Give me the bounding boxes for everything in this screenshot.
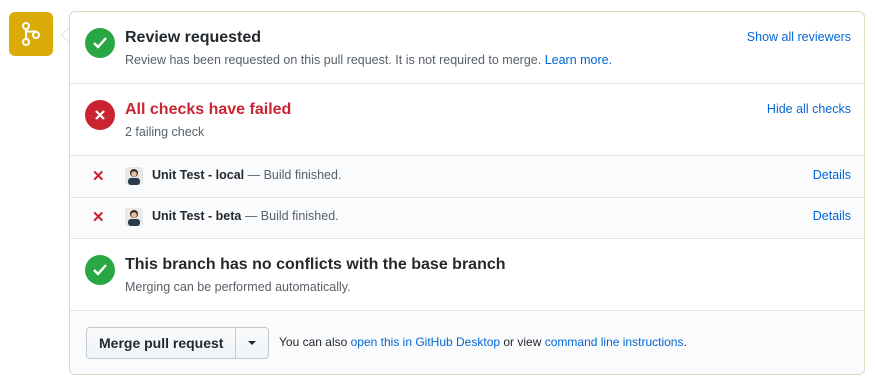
hint-middle: or view [500, 335, 545, 349]
show-reviewers-link[interactable]: Show all reviewers [747, 30, 851, 44]
details-link[interactable]: Details [813, 168, 851, 182]
learn-more-link[interactable]: Learn more. [545, 53, 612, 67]
check-circle-icon [85, 28, 115, 58]
hint-suffix: . [683, 335, 687, 349]
conflicts-title: This branch has no conflicts with the ba… [125, 256, 506, 273]
checks-summary: 2 failing check [125, 125, 205, 139]
details-link[interactable]: Details [813, 209, 851, 223]
merge-hint: You can also open this in GitHub Desktop… [279, 335, 687, 349]
check-status: — Build finished. [244, 168, 342, 182]
check-row: ✕ Unit Test - beta — Build finished. Det… [70, 197, 864, 238]
hint-prefix: You can also [279, 335, 351, 349]
check-name: Unit Test - local [152, 168, 245, 182]
avatar [125, 167, 143, 185]
git-merge-icon [9, 12, 53, 56]
review-title: Review requested [125, 29, 262, 46]
x-icon: ✕ [92, 209, 105, 226]
conflicts-description: Merging can be performed automatically. [125, 280, 351, 294]
hide-checks-link[interactable]: Hide all checks [767, 102, 851, 116]
cli-instructions-link[interactable]: command line instructions [545, 335, 684, 349]
review-section: Review requested Review has been request… [70, 12, 864, 84]
merge-section: Merge pull request You can also open thi… [70, 311, 864, 374]
checks-section: All checks have failed 2 failing check H… [70, 84, 864, 156]
merge-options-dropdown[interactable] [236, 327, 270, 359]
check-text: Unit Test - beta — Build finished. [152, 209, 339, 223]
avatar [125, 208, 143, 226]
check-list: ✕ Unit Test - local — Build finished. De… [70, 156, 864, 239]
triangle-down-icon [248, 341, 257, 345]
check-status: — Build finished. [241, 209, 339, 223]
review-description-text: Review has been requested on this pull r… [125, 53, 542, 67]
conflicts-section: This branch has no conflicts with the ba… [70, 239, 864, 311]
x-icon: ✕ [92, 168, 105, 185]
open-desktop-link[interactable]: open this in GitHub Desktop [351, 335, 500, 349]
box-pointer [61, 27, 69, 43]
merge-button[interactable]: Merge pull request [86, 327, 237, 359]
check-name: Unit Test - beta [152, 209, 242, 223]
merge-button-group: Merge pull request [86, 327, 270, 359]
check-text: Unit Test - local — Build finished. [152, 168, 341, 182]
checks-title: All checks have failed [125, 101, 292, 118]
review-description: Review has been requested on this pull r… [125, 53, 612, 67]
check-circle-icon [85, 255, 115, 285]
check-row: ✕ Unit Test - local — Build finished. De… [70, 156, 864, 198]
merge-status-box: Review requested Review has been request… [69, 11, 865, 375]
x-circle-icon [85, 100, 115, 130]
